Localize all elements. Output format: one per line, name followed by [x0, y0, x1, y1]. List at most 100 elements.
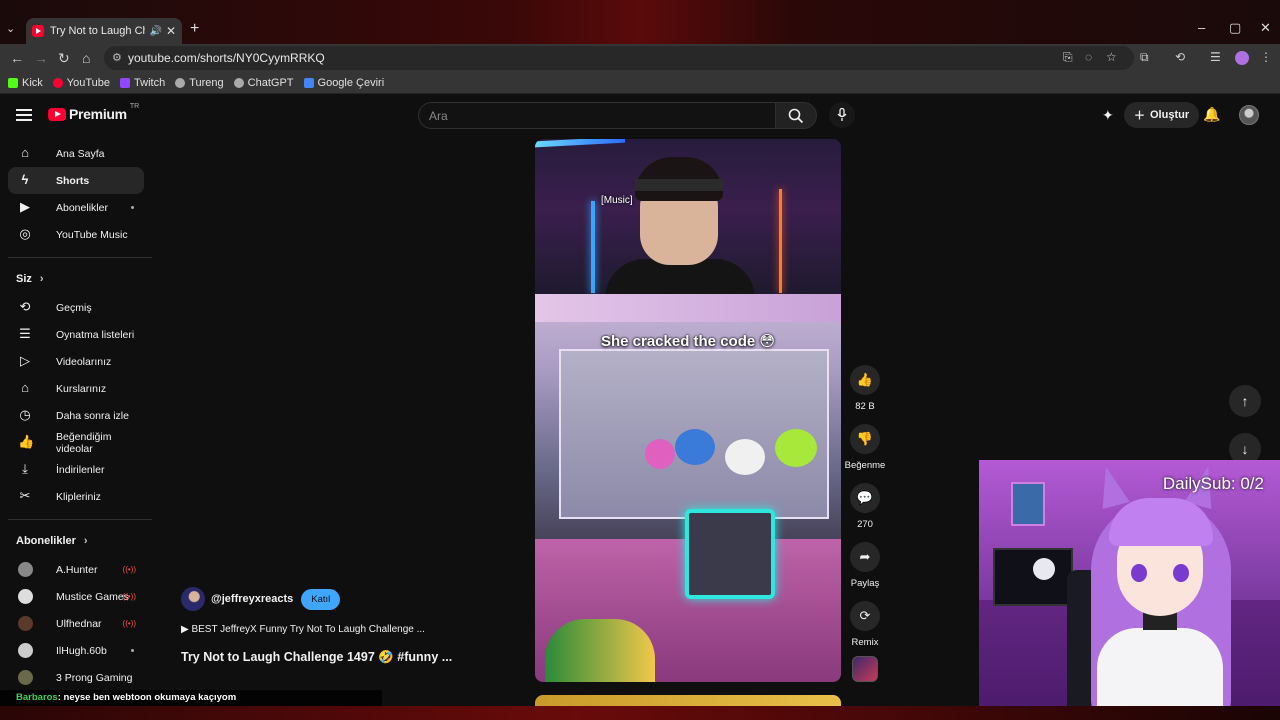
address-bar[interactable]: ⚙ youtube.com/shorts/NY0CyymRRKQ: [104, 46, 1134, 70]
sidebar-item-home[interactable]: ⌂ Ana Sayfa: [8, 140, 144, 167]
channel-avatar[interactable]: [181, 587, 205, 611]
thumbs-down-icon: 👎: [850, 424, 880, 454]
plush-toy: [725, 439, 765, 475]
home-browser-icon[interactable]: ⌂: [82, 50, 90, 66]
chat-username: Barbaros: [16, 692, 58, 703]
sparkle-icon[interactable]: ✦: [1102, 107, 1114, 124]
reactor-headband: [635, 179, 723, 191]
bookmark-tureng[interactable]: Tureng: [175, 76, 224, 89]
audio-icon[interactable]: 🔊: [149, 26, 161, 37]
sidebar-item-youtube-music[interactable]: ◎ YouTube Music: [8, 221, 144, 248]
sound-thumbnail[interactable]: [852, 656, 878, 682]
sidebar-item-courses[interactable]: ⌂ Kurslarınız: [8, 375, 144, 402]
youtube-premium-logo[interactable]: Premium TR: [48, 103, 139, 122]
youtube-favicon-icon: [32, 25, 44, 37]
neon-light: [591, 201, 595, 293]
site-info-icon[interactable]: ⚙: [112, 51, 122, 64]
share-button[interactable]: ➦ Paylaş: [845, 542, 885, 589]
comments-button[interactable]: 💬 270: [845, 483, 885, 530]
active-tab[interactable]: Try Not to Laugh Challenge 🔊 ✕: [26, 18, 182, 44]
sidebar-section-subscriptions[interactable]: Abonelikler ›: [0, 526, 152, 556]
forward-icon[interactable]: →: [34, 50, 48, 66]
sidebar-item-downloads[interactable]: ⤓ İndirilenler: [8, 456, 144, 483]
search-button[interactable]: [775, 102, 817, 129]
playlist-icon: ☰: [19, 326, 31, 341]
share-label: Paylaş: [850, 578, 880, 589]
account-avatar[interactable]: [1239, 105, 1259, 125]
sidebar-sub-a-hunter[interactable]: A.Hunter ((•)): [8, 556, 144, 583]
sidebar-sub-mustice-games[interactable]: Mustice Games ((•)): [8, 583, 144, 610]
reload-icon[interactable]: ↻: [58, 50, 70, 67]
section-title: Siz: [16, 273, 32, 285]
search-icon: [788, 108, 804, 123]
hamburger-menu-icon[interactable]: [16, 109, 32, 121]
join-button[interactable]: Katıl: [301, 588, 341, 610]
sidebar-item-label: Abonelikler: [56, 201, 108, 214]
minimize-icon[interactable]: –: [1198, 20, 1205, 35]
notifications-bell-icon[interactable]: 🔔: [1203, 106, 1220, 123]
short-video-player[interactable]: [Music] She cracked the code 😳: [535, 139, 841, 682]
voice-search-button[interactable]: [829, 102, 855, 128]
channel-name[interactable]: @jeffreyxreacts: [211, 593, 293, 605]
browser-toolbar: ← → ↻ ⌂ ⚙ youtube.com/shorts/NY0CyymRRKQ…: [0, 44, 1280, 72]
arrow-down-icon: ↓: [1241, 441, 1249, 457]
monitor: [993, 548, 1073, 606]
previous-short-button[interactable]: ↑: [1229, 385, 1261, 417]
extensions-icon[interactable]: ⧉: [1140, 50, 1149, 65]
bookmark-twitch[interactable]: Twitch: [120, 77, 165, 89]
new-tab-icon[interactable]: +: [190, 20, 199, 38]
bookmark-google-translate[interactable]: Google Çeviri: [303, 77, 384, 89]
sidebar-item-label: A.Hunter: [56, 563, 98, 576]
menu-icon[interactable]: ⋮: [1260, 50, 1272, 64]
sidebar-sub-3-prong-gaming[interactable]: 3 Prong Gaming: [8, 664, 144, 691]
bookmark-kick[interactable]: Kick: [8, 77, 43, 89]
sidebar-item-label: İndirilenler: [56, 463, 105, 476]
remix-button[interactable]: ⟳ Remix: [845, 601, 885, 648]
history-browser-icon[interactable]: ⟲: [1175, 50, 1185, 64]
sidebar-item-watch-later[interactable]: ◷ Daha sonra izle: [8, 402, 144, 429]
create-button[interactable]: ＋ Oluştur: [1124, 102, 1200, 128]
maximize-icon[interactable]: ▢: [1229, 20, 1241, 36]
related-video-link[interactable]: ▶ BEST JeffreyX Funny Try Not To Laugh C…: [181, 624, 425, 635]
sidebar-item-subscriptions[interactable]: ▶ Abonelikler: [8, 194, 144, 221]
sidebar-item-playlists[interactable]: ☰ Oynatma listeleri: [8, 321, 144, 348]
close-window-icon[interactable]: ✕: [1260, 20, 1271, 36]
sidebar-item-label: Oynatma listeleri: [56, 328, 135, 341]
liked-icon: 👍: [18, 434, 35, 449]
sidebar-item-label: 3 Prong Gaming: [56, 671, 133, 684]
sidebar-sub-ilhugh[interactable]: IlHugh.60b: [8, 637, 144, 664]
close-tab-icon[interactable]: ✕: [166, 24, 176, 38]
back-icon[interactable]: ←: [10, 50, 24, 66]
search-input[interactable]: Ara: [418, 102, 776, 129]
remix-icon: ⟳: [850, 601, 880, 631]
bookmark-chatgpt[interactable]: ChatGPT: [233, 77, 294, 89]
sidebar-item-clips[interactable]: ✂ Klipleriniz: [8, 483, 144, 510]
sidebar-item-your-videos[interactable]: ▷ Videolarınız: [8, 348, 144, 375]
bookmark-star-icon[interactable]: ☆: [1106, 50, 1117, 64]
neon-light: [779, 189, 782, 293]
tab-search-icon[interactable]: ⌄: [6, 22, 15, 35]
chat-ticker: Barbaros: neyse ben webtoon okumaya kaçı…: [0, 690, 382, 706]
sidebar-section-you[interactable]: Siz ›: [0, 264, 152, 294]
bookmark-label: Tureng: [189, 76, 224, 89]
sidebar-item-label: Videolarınız: [56, 355, 112, 368]
profile-icon[interactable]: [1235, 51, 1249, 65]
like-button[interactable]: 👍 82 B: [845, 365, 885, 412]
control-panel: [685, 509, 775, 599]
new-content-dot: [131, 206, 134, 209]
sidebar-item-history[interactable]: ⟲ Geçmiş: [8, 294, 144, 321]
sidebar-sub-ulfhednar[interactable]: Ulfhednar ((•)): [8, 610, 144, 637]
sidebar-item-liked-videos[interactable]: 👍 Beğendiğim videolar: [8, 429, 144, 456]
bookmark-youtube[interactable]: YouTube: [52, 77, 110, 89]
dislike-button[interactable]: 👎 Beğenme: [842, 424, 888, 471]
reading-list-icon[interactable]: ☰: [1210, 50, 1221, 64]
sidebar-item-shorts[interactable]: ϟ Shorts: [8, 167, 144, 194]
clips-icon: ✂: [19, 488, 31, 503]
sidebar-item-label: Klipleriniz: [56, 490, 101, 503]
create-label: Oluştur: [1150, 109, 1190, 121]
sidebar: ⌂ Ana Sayfa ϟ Shorts ▶ Abonelikler ◎ You…: [0, 140, 152, 691]
short-title[interactable]: Try Not to Laugh Challenge 1497 🤣 #funny…: [181, 650, 452, 665]
remix-label: Remix: [851, 637, 879, 648]
tracking-icon[interactable]: ◌: [1085, 50, 1092, 64]
install-app-icon[interactable]: ⎘: [1063, 50, 1073, 65]
